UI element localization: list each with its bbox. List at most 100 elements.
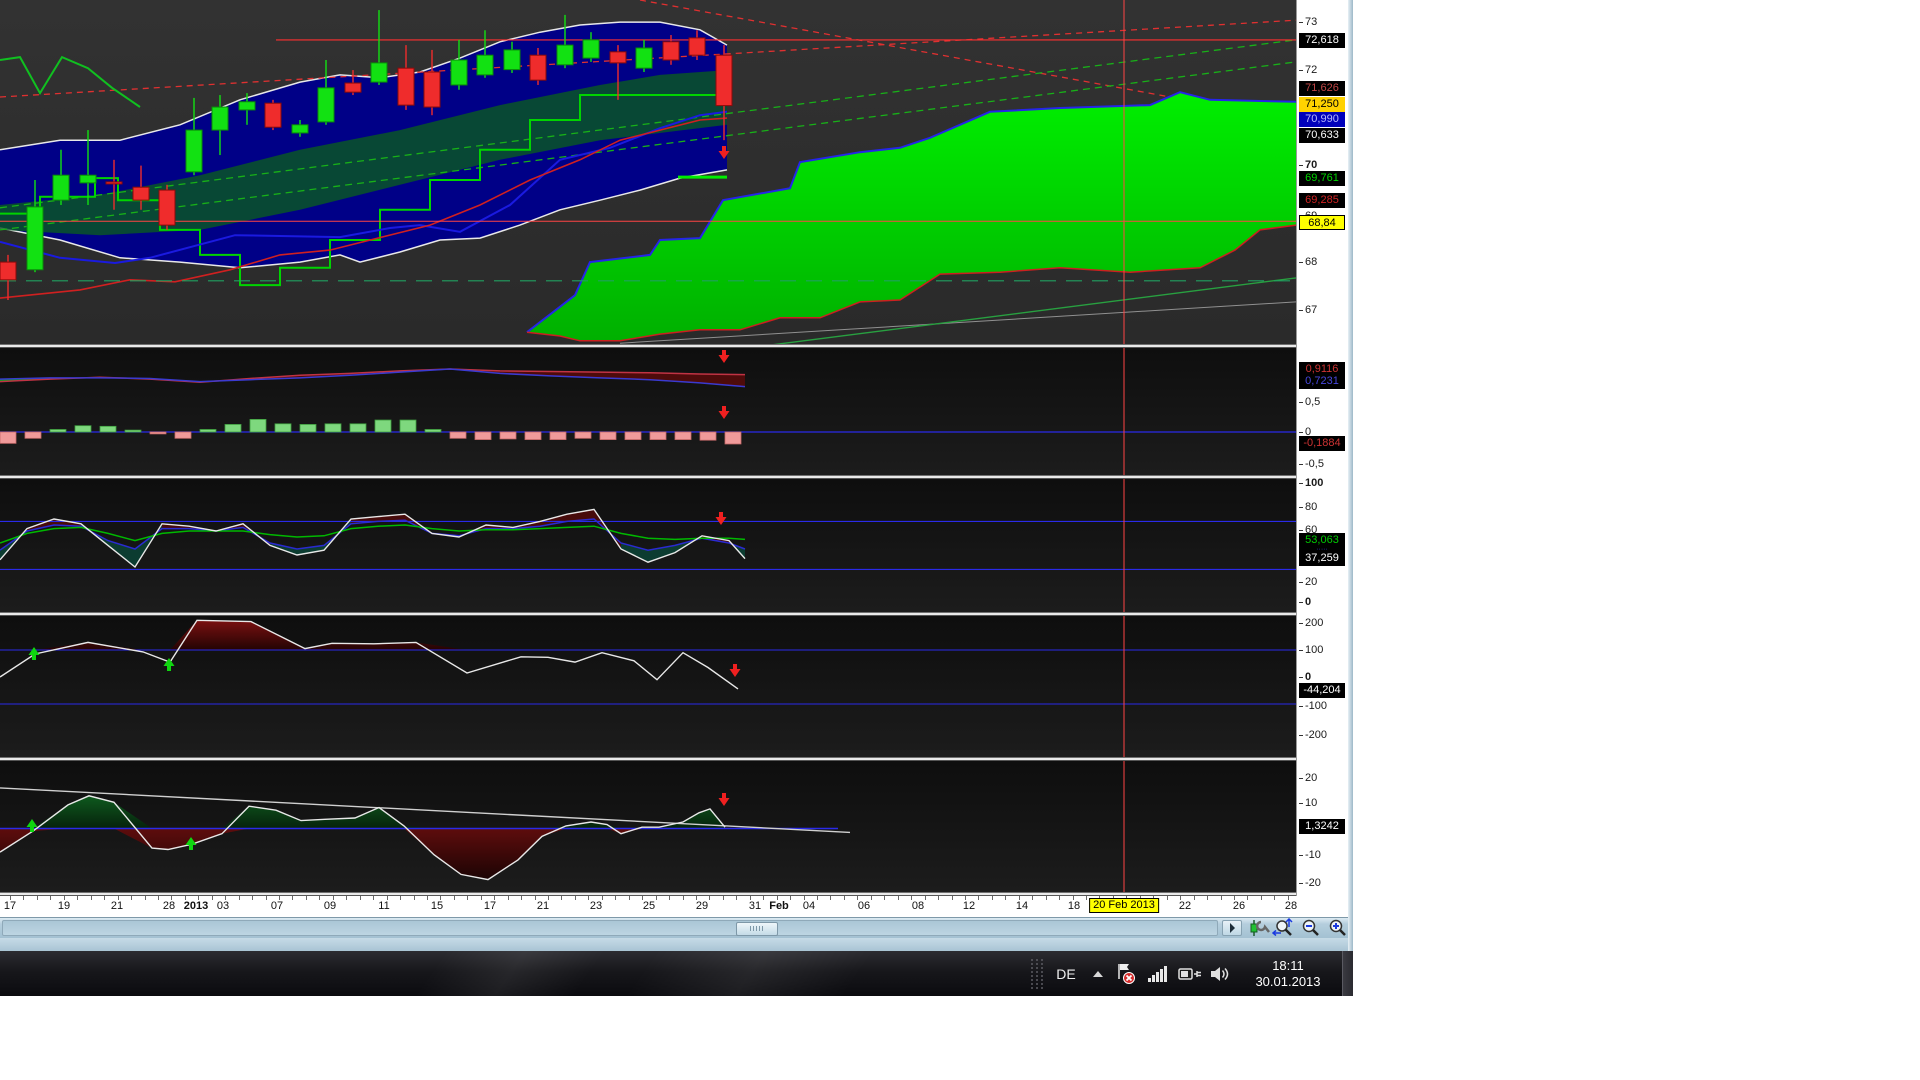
time-axis-label: 03 xyxy=(217,900,229,912)
time-tick xyxy=(830,896,831,900)
time-tick xyxy=(427,896,428,900)
histogram-bar-up xyxy=(100,426,116,432)
taskbar-grip-dots xyxy=(1028,951,1046,996)
histogram-bar-up xyxy=(250,419,266,432)
candle-wrench-icon xyxy=(1247,918,1271,938)
price-tick: 72 xyxy=(1299,63,1317,77)
price-tick: 20 xyxy=(1299,575,1317,589)
trading-app-window: 7372706968670,50-0,510080602002001000-10… xyxy=(0,0,1353,951)
candle-bullish xyxy=(53,175,69,200)
candle-bearish xyxy=(133,187,149,200)
candle-bullish xyxy=(80,175,96,183)
price-axis[interactable]: 7372706968670,50-0,510080602002001000-10… xyxy=(1296,0,1349,896)
time-tick xyxy=(266,896,267,900)
scrollbar-track[interactable] xyxy=(2,920,1218,936)
time-tick xyxy=(292,896,293,900)
time-tick xyxy=(77,896,78,900)
candle-bearish xyxy=(663,42,679,60)
histogram-bar-up xyxy=(275,424,291,432)
candle-bearish xyxy=(716,55,732,105)
time-tick xyxy=(561,896,562,900)
histogram-bar-up xyxy=(300,424,316,432)
time-tick xyxy=(346,896,347,900)
time-tick xyxy=(978,896,979,900)
taskbar-clock[interactable]: 18:11 30.01.2013 xyxy=(1240,951,1336,996)
time-tick xyxy=(656,896,657,900)
time-tick xyxy=(91,896,92,900)
histogram-bar-down xyxy=(575,432,591,438)
candle-bearish xyxy=(398,68,414,105)
chart-canvas[interactable] xyxy=(0,0,1296,900)
panel-separator xyxy=(0,612,1296,616)
scrollbar-thumb[interactable] xyxy=(736,922,778,936)
price-value-label: 0,7231 xyxy=(1299,374,1345,389)
histogram-bar-down xyxy=(0,432,16,443)
price-value-label: 71,250 xyxy=(1299,97,1345,112)
time-tick xyxy=(158,896,159,900)
time-axis-label: 26 xyxy=(1233,900,1245,912)
price-tick: 0 xyxy=(1299,595,1311,609)
time-tick xyxy=(454,896,455,900)
taskbar[interactable]: DE xyxy=(0,951,1353,996)
time-tick xyxy=(400,896,401,900)
time-axis-label: 14 xyxy=(1016,900,1028,912)
time-tick xyxy=(1207,896,1208,900)
zoom-fit-button[interactable] xyxy=(1272,918,1296,938)
price-tick: -200 xyxy=(1299,728,1327,742)
time-tick xyxy=(844,896,845,900)
time-tick xyxy=(373,896,374,900)
histogram-bar-down xyxy=(650,432,666,440)
time-axis-label: 18 xyxy=(1068,900,1080,912)
price-tick: -100 xyxy=(1299,699,1327,713)
time-tick xyxy=(481,896,482,900)
price-tick: 100 xyxy=(1299,643,1323,657)
volume-control[interactable] xyxy=(1208,951,1234,996)
time-axis[interactable]: 1719212820130307091115172123252931Feb040… xyxy=(0,896,1348,917)
histogram-bar-down xyxy=(725,432,741,444)
histogram-bar-up xyxy=(200,429,216,432)
time-tick xyxy=(1167,896,1168,900)
time-tick xyxy=(1059,896,1060,900)
price-value-label: 1,3242 xyxy=(1299,819,1345,834)
time-tick xyxy=(575,896,576,900)
time-tick xyxy=(145,896,146,900)
cci-panel xyxy=(0,616,1296,757)
time-tick xyxy=(736,896,737,900)
histogram-bar-up xyxy=(225,424,241,432)
time-axis-label: 22 xyxy=(1179,900,1191,912)
price-value-label: 68,84 xyxy=(1299,215,1345,230)
action-center-flag[interactable] xyxy=(1114,951,1138,996)
time-tick xyxy=(104,896,105,900)
show-desktop-button[interactable] xyxy=(1342,951,1353,996)
time-tick xyxy=(1046,896,1047,900)
chart-properties-button[interactable] xyxy=(1247,918,1271,938)
correlation-panel xyxy=(0,348,1296,475)
time-tick xyxy=(23,896,24,900)
time-tick xyxy=(212,896,213,900)
time-tick xyxy=(763,896,764,900)
time-axis-label: 12 xyxy=(963,900,975,912)
histogram-bar-down xyxy=(25,432,41,438)
panel-separator xyxy=(0,344,1296,348)
price-tick: 68 xyxy=(1299,255,1317,269)
scrollbar-grip xyxy=(750,926,764,931)
power-indicator[interactable] xyxy=(1176,951,1204,996)
price-tick: 0,5 xyxy=(1299,395,1320,409)
time-tick xyxy=(535,896,536,900)
time-tick xyxy=(723,896,724,900)
candle-bullish xyxy=(292,125,308,133)
time-axis-label: 04 xyxy=(803,900,815,912)
panel-separator xyxy=(0,475,1296,479)
network-signal[interactable] xyxy=(1145,951,1171,996)
show-hidden-icons-button[interactable] xyxy=(1088,951,1108,996)
time-axis-label: 28 xyxy=(163,900,175,912)
histogram-bar-down xyxy=(600,432,616,440)
zoom-out-button[interactable] xyxy=(1300,918,1324,938)
candle-bullish xyxy=(583,40,599,58)
time-tick xyxy=(709,896,710,900)
candle-bearish xyxy=(424,72,440,107)
price-value-label: 70,633 xyxy=(1299,128,1345,143)
scroll-right-button[interactable] xyxy=(1222,920,1242,936)
signal-bars-icon xyxy=(1148,966,1168,982)
language-indicator[interactable]: DE xyxy=(1050,951,1082,996)
